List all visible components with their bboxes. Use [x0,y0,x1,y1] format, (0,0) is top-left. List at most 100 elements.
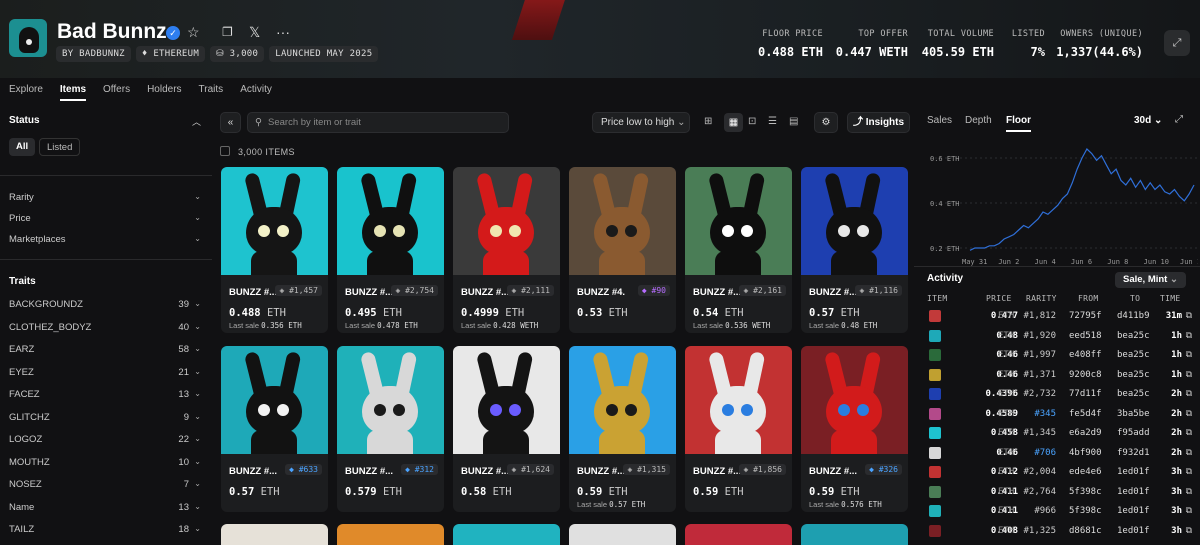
activity-to[interactable]: d411b9 [1117,311,1150,321]
trait-row[interactable]: CLOTHEZ_BODYZ 40 ⌄ [9,322,201,333]
activity-from[interactable]: 4bf900 [1069,448,1102,458]
fullscreen-button[interactable]: ⤢ [1164,30,1190,56]
activity-to[interactable]: 1ed01f [1117,506,1150,516]
activity-from[interactable]: 77d11f [1069,389,1102,399]
copy-icon[interactable]: ❐ [222,25,233,39]
activity-row[interactable]: 0.46 ETH #706 4bf900 f932d1 2h ⧉ [924,445,1200,464]
activity-to[interactable]: 3ba5be [1117,409,1150,419]
chart-tab-floor[interactable]: Floor [1006,115,1031,132]
external-link-icon[interactable]: ⧉ [1186,506,1192,516]
trait-row[interactable]: TAILZ 18 ⌄ [9,524,201,535]
activity-to[interactable]: bea25c [1117,350,1150,360]
external-link-icon[interactable]: ⧉ [1186,448,1192,458]
filter-rarity[interactable]: Rarity ⌄ [9,192,201,203]
activity-row[interactable]: 0.4396 ETH #2,732 77d11f bea25c 2h ⧉ [924,386,1200,405]
activity-row[interactable]: 0.46 ETH #1,997 e408ff bea25c 1h ⧉ [924,347,1200,366]
view-large-grid-icon[interactable]: ⊡ [748,116,756,127]
activity-to[interactable]: 1ed01f [1117,467,1150,477]
settings-button[interactable]: ⚙ [814,112,838,133]
activity-row[interactable]: 0.46 ETH #1,371 9200c8 bea25c 1h ⧉ [924,367,1200,386]
star-icon[interactable]: ☆ [187,24,200,41]
activity-row[interactable]: 0.411 ETH #966 5f398c 1ed01f 3h ⧉ [924,503,1200,522]
nft-card-partial[interactable] [801,524,908,545]
activity-from[interactable]: fe5d4f [1069,409,1102,419]
tab-items[interactable]: Items [59,84,87,101]
activity-from[interactable]: e408ff [1069,350,1102,360]
activity-row[interactable]: 0.48 ETH #1,920 eed518 bea25c 1h ⧉ [924,328,1200,347]
activity-from[interactable]: e6a2d9 [1069,428,1102,438]
trait-row[interactable]: LOGOZ 22 ⌄ [9,434,201,445]
activity-to[interactable]: f932d1 [1117,448,1150,458]
external-link-icon[interactable]: ⧉ [1186,487,1192,497]
nft-card[interactable]: BUNZZ #... ◈ #2,754 0.495 ETH Last sale 0.4… [337,167,444,333]
view-grid-icon[interactable]: ▦ [724,113,743,132]
sort-dropdown[interactable]: Price low to high ⌄ [592,112,690,133]
tab-activity[interactable]: Activity [240,84,272,101]
activity-from[interactable]: 9200c8 [1069,370,1102,380]
filter-marketplaces[interactable]: Marketplaces ⌄ [9,234,201,245]
nft-card[interactable]: BUNZZ #... ◆ #326 0.59 ETH Last sale 0.576 … [801,346,908,512]
nft-card[interactable]: BUNZZ #... ◈ #1,856 0.59 ETH [685,346,792,512]
creator-pill[interactable]: BY BADBUNNZ [56,46,131,62]
x-social-icon[interactable]: 𝕏 [249,24,260,41]
collapse-sidebar-button[interactable]: « [220,112,241,133]
nft-card[interactable]: BUNZZ #... ◆ #312 0.579 ETH [337,346,444,512]
activity-to[interactable]: bea25c [1117,370,1150,380]
external-link-icon[interactable]: ⧉ [1186,467,1192,477]
range-dropdown[interactable]: 30d ⌄ [1134,115,1162,126]
external-link-icon[interactable]: ⧉ [1186,350,1192,360]
activity-to[interactable]: 1ed01f [1117,526,1150,536]
activity-filter-dropdown[interactable]: Sale, Mint ⌄ [1115,272,1186,288]
activity-to[interactable]: f95add [1117,428,1150,438]
trait-row[interactable]: BACKGROUNDZ 39 ⌄ [9,299,201,310]
chevron-up-icon[interactable]: ︿ [192,115,201,128]
trait-row[interactable]: GLITCHZ 9 ⌄ [9,412,201,423]
external-link-icon[interactable]: ⧉ [1186,331,1192,341]
search-input[interactable]: ⚲ Search by item or trait [247,112,509,133]
activity-row[interactable]: 0.408 ETH #1,325 d8681c 1ed01f 3h ⧉ [924,523,1200,542]
external-link-icon[interactable]: ⧉ [1186,389,1192,399]
trait-row[interactable]: Name 13 ⌄ [9,502,201,513]
status-all-button[interactable]: All [9,138,36,156]
filter-price[interactable]: Price ⌄ [9,213,201,224]
activity-from[interactable]: 5f398c [1069,487,1102,497]
activity-from[interactable]: d8681c [1069,526,1102,536]
expand-chart-icon[interactable]: ⤢ [1175,114,1183,125]
trait-row[interactable]: EYEZ 21 ⌄ [9,367,201,378]
nft-card[interactable]: BUNZZ #... ◆ #633 0.57 ETH [221,346,328,512]
external-link-icon[interactable]: ⧉ [1186,526,1192,536]
nft-card[interactable]: BUNZZ #... ◈ #2,111 0.4999 ETH Last sale 0.… [453,167,560,333]
tab-traits[interactable]: Traits [199,84,224,101]
view-table-icon[interactable]: ▤ [789,116,798,127]
activity-row[interactable]: 0.412 ETH #2,004 ede4e6 1ed01f 3h ⧉ [924,464,1200,483]
nft-card-partial[interactable] [221,524,328,545]
chart-tab-depth[interactable]: Depth [965,115,992,126]
activity-from[interactable]: 72795f [1069,311,1102,321]
trait-row[interactable]: NOSEZ 7 ⌄ [9,479,201,490]
status-listed-button[interactable]: Listed [39,138,81,156]
activity-row[interactable]: 0.4589 ETH #345 fe5d4f 3ba5be 2h ⧉ [924,406,1200,425]
tab-holders[interactable]: Holders [147,84,181,101]
nft-card[interactable]: BUNZZ #... ◈ #1,315 0.59 ETH Last sale 0.57… [569,346,676,512]
activity-from[interactable]: eed518 [1069,331,1102,341]
tab-explore[interactable]: Explore [9,84,43,101]
trait-row[interactable]: EARZ 58 ⌄ [9,344,201,355]
nft-card-partial[interactable] [337,524,444,545]
nft-card[interactable]: BUNZZ #... ◈ #1,457 0.488 ETH Last sale 0.3… [221,167,328,333]
activity-from[interactable]: ede4e6 [1069,467,1102,477]
nft-card[interactable]: BUNZZ #4... ◆ #90 0.53 ETH [569,167,676,333]
nft-card[interactable]: BUNZZ #... ◈ #2,161 0.54 ETH Last sale 0.53… [685,167,792,333]
activity-to[interactable]: 1ed01f [1117,487,1150,497]
trait-row[interactable]: MOUTHZ 10 ⌄ [9,457,201,468]
activity-row[interactable]: 0.477 ETH #1,812 72795f d411b9 31m ⧉ [924,308,1200,327]
nft-card[interactable]: BUNZZ #... ◈ #1,624 0.58 ETH [453,346,560,512]
nft-card-partial[interactable] [453,524,560,545]
activity-row[interactable]: 0.458 ETH #1,345 e6a2d9 f95add 2h ⧉ [924,425,1200,444]
nft-card-partial[interactable] [569,524,676,545]
external-link-icon[interactable]: ⧉ [1186,409,1192,419]
chart-tab-sales[interactable]: Sales [927,115,952,126]
view-list-icon[interactable]: ☰ [768,116,777,127]
external-link-icon[interactable]: ⧉ [1186,311,1192,321]
activity-from[interactable]: 5f398c [1069,506,1102,516]
activity-to[interactable]: bea25c [1117,331,1150,341]
